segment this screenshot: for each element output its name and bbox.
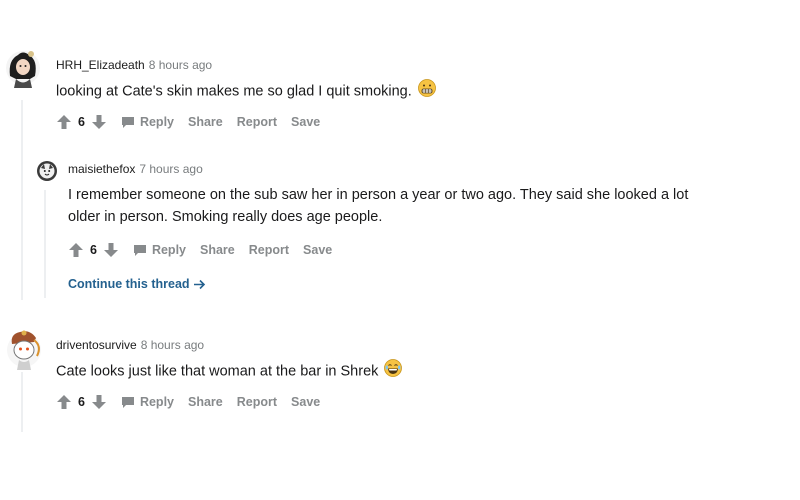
save-button[interactable]: Save <box>291 115 320 129</box>
save-button[interactable]: Save <box>303 243 332 257</box>
timestamp[interactable]: 8 hours ago <box>149 58 212 72</box>
share-button[interactable]: Share <box>188 395 223 409</box>
comment-body: looking at Cate's skin makes me so glad … <box>56 79 436 104</box>
comment-actions: 6 Reply Share Report Save <box>56 114 320 130</box>
grimacing-face-icon <box>417 79 436 104</box>
upvote-button[interactable] <box>56 114 72 130</box>
comment-text-line: older in person. Smoking really does age… <box>68 209 383 225</box>
continue-thread-link[interactable]: Continue this thread <box>68 277 206 291</box>
downvote-icon <box>91 395 106 409</box>
timestamp[interactable]: 7 hours ago <box>139 162 202 176</box>
reply-label: Reply <box>139 395 174 409</box>
chat-bubble-icon <box>133 244 146 256</box>
comment-body: Cate looks just like that woman at the b… <box>56 359 403 384</box>
report-button[interactable]: Report <box>237 395 277 409</box>
thread-line[interactable] <box>44 190 46 298</box>
avatar[interactable] <box>36 160 58 182</box>
downvote-icon <box>91 115 106 129</box>
comment-text: Cate looks just like that woman at the b… <box>56 363 379 380</box>
chat-bubble-icon <box>121 116 134 128</box>
upvote-button[interactable] <box>68 242 84 258</box>
username[interactable]: driventosurvive <box>56 338 137 352</box>
comment-actions: 6 Reply Share Report Save <box>56 394 320 410</box>
reply-button[interactable]: Reply <box>133 243 186 257</box>
arrow-right-icon <box>193 279 205 289</box>
username[interactable]: HRH_Elizadeath <box>56 58 145 72</box>
laughing-face-icon <box>384 359 403 384</box>
comment-meta: driventosurvive 8 hours ago <box>56 338 204 352</box>
timestamp[interactable]: 8 hours ago <box>141 338 204 352</box>
comment-meta: maisiethefox 7 hours ago <box>68 162 203 176</box>
score: 6 <box>78 115 85 129</box>
share-button[interactable]: Share <box>200 243 235 257</box>
score: 6 <box>90 243 97 257</box>
thread-line[interactable] <box>21 100 23 300</box>
report-button[interactable]: Report <box>237 115 277 129</box>
comment-text-line: I remember someone on the sub saw her in… <box>68 187 689 203</box>
score: 6 <box>78 395 85 409</box>
downvote-button[interactable] <box>91 394 107 410</box>
username[interactable]: maisiethefox <box>68 162 135 176</box>
thread-line[interactable] <box>21 372 23 432</box>
downvote-button[interactable] <box>103 242 119 258</box>
comment-body: I remember someone on the sub saw her in… <box>68 184 688 228</box>
continue-thread-label: Continue this thread <box>68 277 190 291</box>
upvote-icon <box>69 243 83 257</box>
downvote-button[interactable] <box>91 114 107 130</box>
report-button[interactable]: Report <box>249 243 289 257</box>
upvote-icon <box>57 115 71 129</box>
reply-label: Reply <box>151 243 186 257</box>
reply-button[interactable]: Reply <box>121 395 174 409</box>
upvote-button[interactable] <box>56 394 72 410</box>
avatar[interactable] <box>4 46 42 88</box>
chat-bubble-icon <box>121 396 134 408</box>
comment-actions: 6 Reply Share Report Save <box>68 242 332 258</box>
reply-label: Reply <box>139 115 174 129</box>
reply-button[interactable]: Reply <box>121 115 174 129</box>
avatar[interactable] <box>4 326 44 370</box>
comment-meta: HRH_Elizadeath 8 hours ago <box>56 58 212 72</box>
comment-text: looking at Cate's skin makes me so glad … <box>56 83 412 100</box>
downvote-icon <box>103 243 118 257</box>
share-button[interactable]: Share <box>188 115 223 129</box>
upvote-icon <box>57 395 71 409</box>
save-button[interactable]: Save <box>291 395 320 409</box>
